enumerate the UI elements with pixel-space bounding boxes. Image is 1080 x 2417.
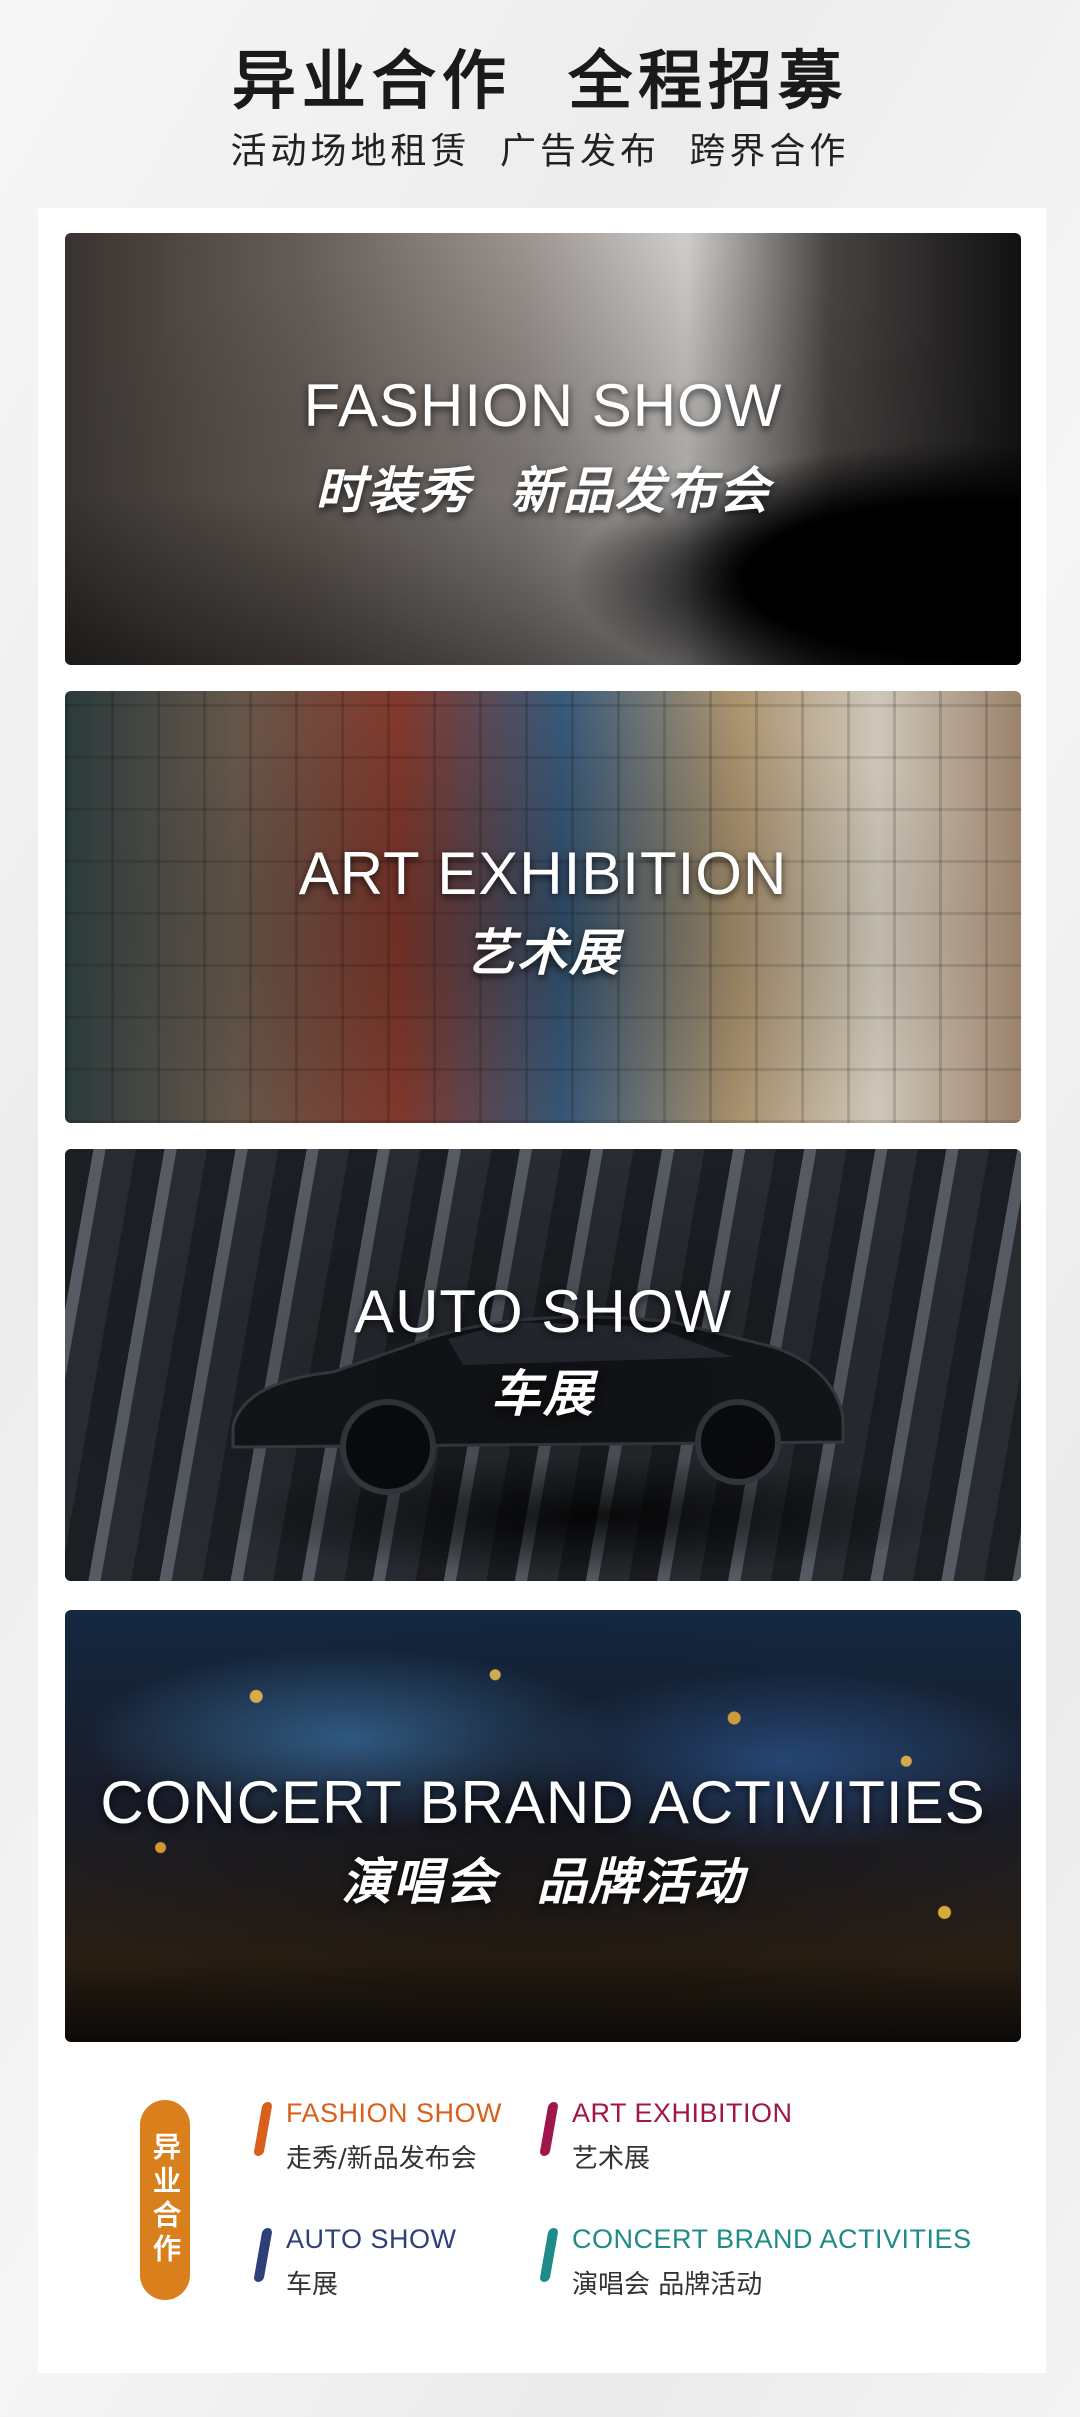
card-art-exhibition[interactable]: ART EXHIBITION 艺术展 — [65, 691, 1021, 1123]
cooperation-badge: 异业合作 — [140, 2100, 190, 2300]
card-title-cn: 演唱会 品牌活动 — [341, 1853, 745, 1911]
card-title-cn: 艺术展 — [465, 924, 621, 982]
legend-label-en: AUTO SHOW — [286, 2224, 457, 2254]
legend-label-cn: 艺术展 — [572, 2144, 651, 2174]
legend-label-cn: 演唱会 品牌活动 — [572, 2270, 763, 2300]
legend-label-cn: 走秀/新品发布会 — [286, 2144, 477, 2174]
card-title-en: AUTO SHOW — [354, 1278, 732, 1345]
card-concert-brand-activities[interactable]: CONCERT BRAND ACTIVITIES 演唱会 品牌活动 — [65, 1610, 1021, 2042]
page-title: 异业合作 全程招募 — [231, 45, 849, 119]
card-title-cn: 时装秀 新品发布会 — [315, 462, 771, 520]
header: 异业合作 全程招募 活动场地租赁 广告发布 跨界合作 — [0, 0, 1080, 205]
card-title-en: FASHION SHOW — [303, 372, 783, 439]
legend-label-en: CONCERT BRAND ACTIVITIES — [572, 2224, 972, 2254]
badge-label: 异业合作 — [149, 2132, 182, 2268]
legend-label-en: ART EXHIBITION — [572, 2098, 793, 2128]
page-subtitle: 活动场地租赁 广告发布 跨界合作 — [230, 131, 850, 172]
card-title-en: ART EXHIBITION — [298, 840, 788, 907]
card-auto-show[interactable]: AUTO SHOW 车展 — [65, 1149, 1021, 1581]
legend-label-en: FASHION SHOW — [286, 2098, 503, 2128]
legend-label-cn: 车展 — [286, 2270, 339, 2300]
card-fashion-show[interactable]: FASHION SHOW 时装秀 新品发布会 — [65, 233, 1021, 665]
card-title-cn: 车展 — [491, 1365, 595, 1423]
card-title-en: CONCERT BRAND ACTIVITIES — [100, 1769, 986, 1836]
